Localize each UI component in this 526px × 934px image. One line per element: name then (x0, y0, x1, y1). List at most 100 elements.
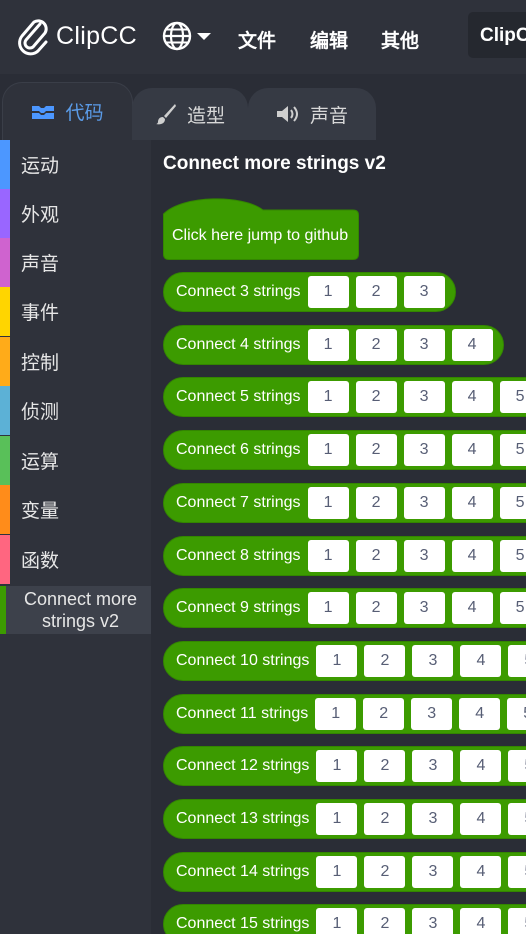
connect-strings-block[interactable]: Connect 4 strings 1 2 3 4 (163, 325, 504, 365)
string-input[interactable]: 2 (364, 645, 406, 677)
string-input[interactable]: 2 (364, 803, 406, 835)
string-input[interactable]: 1 (316, 645, 358, 677)
string-input[interactable]: 3 (412, 803, 454, 835)
menu-file[interactable]: 文件 (238, 26, 276, 53)
category-motion[interactable]: 运动 (0, 140, 151, 189)
string-input[interactable]: 4 (460, 856, 502, 888)
string-input[interactable]: 4 (451, 434, 493, 466)
menu-other[interactable]: 其他 (381, 26, 419, 53)
string-input[interactable]: 1 (316, 803, 358, 835)
string-input[interactable]: 3 (403, 276, 445, 308)
string-input[interactable]: 1 (307, 276, 349, 308)
string-input[interactable]: 2 (355, 592, 397, 624)
string-input[interactable]: 5 (508, 856, 526, 888)
category-sensing[interactable]: 侦测 (0, 386, 151, 435)
string-input[interactable]: 3 (403, 592, 445, 624)
category-connect-more-strings[interactable]: Connect more strings v2 (0, 586, 151, 634)
connect-strings-block[interactable]: Connect 11 strings12345 (163, 694, 526, 734)
connect-strings-block[interactable]: Connect 5 strings 1 2 3 4 5 (163, 377, 526, 417)
category-sound[interactable]: 声音 (0, 238, 151, 287)
string-input[interactable]: 1 (316, 856, 358, 888)
string-input[interactable]: 4 (451, 487, 493, 519)
string-input[interactable]: 4 (460, 645, 502, 677)
string-input[interactable]: 4 (460, 803, 502, 835)
category-label: 侦测 (21, 402, 60, 423)
github-hat-block[interactable]: Click here jump to github (163, 194, 359, 265)
string-input[interactable]: 2 (363, 698, 405, 730)
menu-edit[interactable]: 编辑 (310, 26, 348, 53)
tab-costumes[interactable]: 造型 (132, 88, 248, 140)
string-input[interactable]: 4 (451, 381, 493, 413)
string-input[interactable]: 2 (364, 908, 406, 934)
block-inputs: 12345 (301, 381, 526, 413)
connect-strings-block[interactable]: Connect 3 strings 1 2 3 (163, 272, 456, 312)
string-input[interactable]: 4 (460, 908, 502, 934)
string-input[interactable]: 1 (307, 381, 349, 413)
string-input[interactable]: 2 (355, 276, 397, 308)
string-input[interactable]: 1 (307, 592, 349, 624)
string-input[interactable]: 1 (307, 434, 349, 466)
string-input[interactable]: 3 (403, 540, 445, 572)
connect-strings-block[interactable]: Connect 7 strings 1 2 3 4 5 (163, 483, 526, 523)
string-input[interactable]: 5 (499, 381, 526, 413)
category-control[interactable]: 控制 (0, 337, 151, 386)
string-input[interactable]: 2 (355, 540, 397, 572)
connect-strings-block[interactable]: Connect 12 strings12345 (163, 746, 526, 786)
connect-strings-block[interactable]: Connect 13 strings12345 (163, 799, 526, 839)
category-looks[interactable]: 外观 (0, 189, 151, 238)
string-input[interactable]: 1 (307, 329, 349, 361)
language-menu[interactable] (162, 21, 211, 51)
connect-strings-block[interactable]: Connect 14 strings12345 (163, 852, 526, 892)
string-input[interactable]: 5 (499, 592, 526, 624)
string-input[interactable]: 2 (355, 434, 397, 466)
string-input[interactable]: 3 (403, 329, 445, 361)
tab-sounds[interactable]: 声音 (248, 88, 376, 140)
string-input[interactable]: 1 (307, 540, 349, 572)
string-input[interactable]: 5 (499, 540, 526, 572)
tab-code[interactable]: 代码 (2, 82, 133, 140)
string-input[interactable]: 1 (316, 750, 358, 782)
string-input[interactable]: 2 (355, 329, 397, 361)
string-input[interactable]: 3 (412, 856, 454, 888)
string-input[interactable]: 5 (508, 908, 526, 934)
connect-strings-block[interactable]: Connect 8 strings 1 2 3 4 5 (163, 536, 526, 576)
string-input[interactable]: 3 (403, 434, 445, 466)
connect-strings-block[interactable]: Connect 15 strings12345 (163, 904, 526, 934)
string-input[interactable]: 4 (451, 592, 493, 624)
string-input[interactable]: 3 (411, 698, 453, 730)
string-input[interactable]: 2 (355, 381, 397, 413)
string-input[interactable]: 5 (507, 698, 526, 730)
string-input[interactable]: 3 (403, 487, 445, 519)
string-input[interactable]: 2 (364, 750, 406, 782)
connect-strings-block[interactable]: Connect 6 strings 1 2 3 4 5 (163, 430, 526, 470)
string-input[interactable]: 2 (355, 487, 397, 519)
string-input[interactable]: 5 (499, 487, 526, 519)
string-input[interactable]: 5 (508, 803, 526, 835)
category-label: 声音 (21, 254, 60, 275)
string-input[interactable]: 1 (315, 698, 357, 730)
category-events[interactable]: 事件 (0, 287, 151, 336)
string-input[interactable]: 4 (451, 329, 493, 361)
string-input[interactable]: 4 (451, 540, 493, 572)
project-title-field[interactable]: ClipCC (468, 12, 526, 58)
string-input[interactable]: 4 (459, 698, 501, 730)
string-input[interactable]: 3 (403, 381, 445, 413)
category-functions[interactable]: 函数 (0, 535, 151, 584)
string-input[interactable]: 5 (508, 750, 526, 782)
string-input[interactable]: 1 (316, 908, 358, 934)
connect-strings-block[interactable]: Connect 9 strings 1 2 3 4 5 (163, 588, 526, 628)
tab-costumes-label: 造型 (186, 105, 225, 127)
connect-strings-block[interactable]: Connect 10 strings12345 (163, 641, 526, 681)
string-input[interactable]: 4 (460, 750, 502, 782)
string-input[interactable]: 5 (508, 645, 526, 677)
logo[interactable]: ClipCC (16, 16, 137, 56)
string-input[interactable]: 3 (412, 645, 454, 677)
category-variables[interactable]: 变量 (0, 485, 151, 534)
string-input[interactable]: 3 (412, 750, 454, 782)
string-input[interactable]: 1 (307, 487, 349, 519)
string-input[interactable]: 2 (364, 856, 406, 888)
category-operators[interactable]: 运算 (0, 436, 151, 485)
string-input[interactable]: 5 (499, 434, 526, 466)
string-input[interactable]: 3 (412, 908, 454, 934)
category-label: 事件 (21, 303, 60, 324)
